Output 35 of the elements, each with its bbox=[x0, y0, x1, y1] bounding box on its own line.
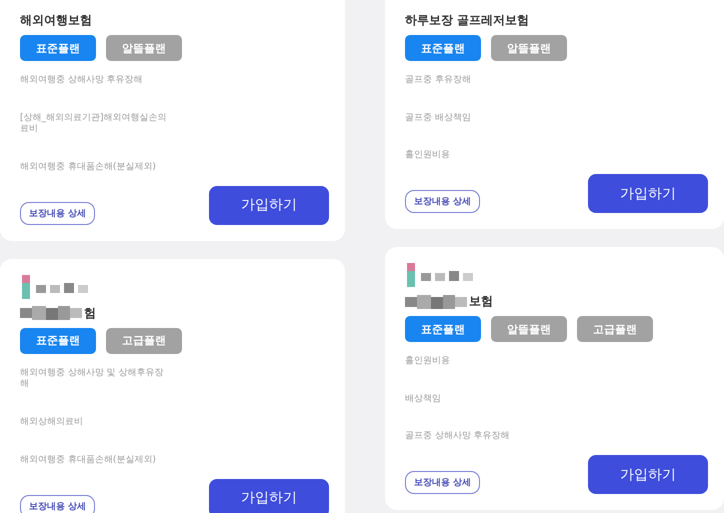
plan-tab[interactable]: 고급플랜 bbox=[577, 316, 653, 342]
coverage-label: 홀인원비용 bbox=[405, 150, 451, 162]
join-button[interactable]: 가입하기 bbox=[209, 478, 329, 513]
detail-button[interactable]: 보장내용 상세 bbox=[20, 494, 96, 513]
card-title: 하루보장 골프레저보험 bbox=[405, 12, 530, 29]
coverage-label: 해외상해의료비 bbox=[20, 417, 84, 429]
coverage-label: [상해_해외의료기관]해외여행실손의료비 bbox=[20, 112, 168, 136]
join-button[interactable]: 가입하기 bbox=[588, 174, 708, 214]
join-button[interactable]: 가입하기 bbox=[588, 455, 708, 494]
coverage-label: 해외여행중 상해사망 후유장해 bbox=[20, 75, 144, 87]
plan-tab[interactable]: 표준플랜 bbox=[405, 35, 481, 61]
coverage-label: 골프중 배상책임 bbox=[405, 112, 472, 124]
plan-tab[interactable]: 알뜰플랜 bbox=[106, 35, 182, 61]
plan-tab[interactable]: 표준플랜 bbox=[405, 316, 481, 342]
coverage-label: 해외여행중 휴대품손해(분실제외) bbox=[20, 162, 157, 174]
plan-tab[interactable]: 고급플랜 bbox=[106, 328, 182, 354]
card-title: 해외여행보험 bbox=[20, 12, 92, 29]
join-button[interactable]: 가입하기 bbox=[209, 186, 329, 225]
coverage-label: 해외여행중 상해사망 및 상해후유장해 bbox=[20, 368, 165, 392]
masked-title-drawing bbox=[20, 306, 82, 320]
card-title: 보험 bbox=[469, 293, 493, 310]
plan-tab[interactable]: 표준플랜 bbox=[20, 328, 96, 354]
coverage-label: 배상책임 bbox=[405, 394, 442, 406]
plan-tab[interactable]: 알뜰플랜 bbox=[491, 35, 567, 61]
card-title: 험 bbox=[84, 304, 96, 322]
coverage-label: 해외여행중 휴대품손해(분실제외) bbox=[20, 454, 157, 466]
masked-title-drawing bbox=[405, 294, 467, 309]
plan-tab[interactable]: 알뜰플랜 bbox=[491, 316, 567, 342]
detail-button[interactable]: 보장내용 상세 bbox=[405, 471, 480, 494]
coverage-label: 홀인원비용 bbox=[405, 356, 451, 368]
coverage-label: 골프중 상해사망 후유장해 bbox=[405, 431, 511, 444]
plan-tab[interactable]: 표준플랜 bbox=[20, 35, 96, 61]
detail-button[interactable]: 보장내용 상세 bbox=[405, 190, 480, 214]
coverage-label: 골프중 후유장해 bbox=[405, 75, 472, 87]
detail-button[interactable]: 보장내용 상세 bbox=[20, 202, 96, 225]
